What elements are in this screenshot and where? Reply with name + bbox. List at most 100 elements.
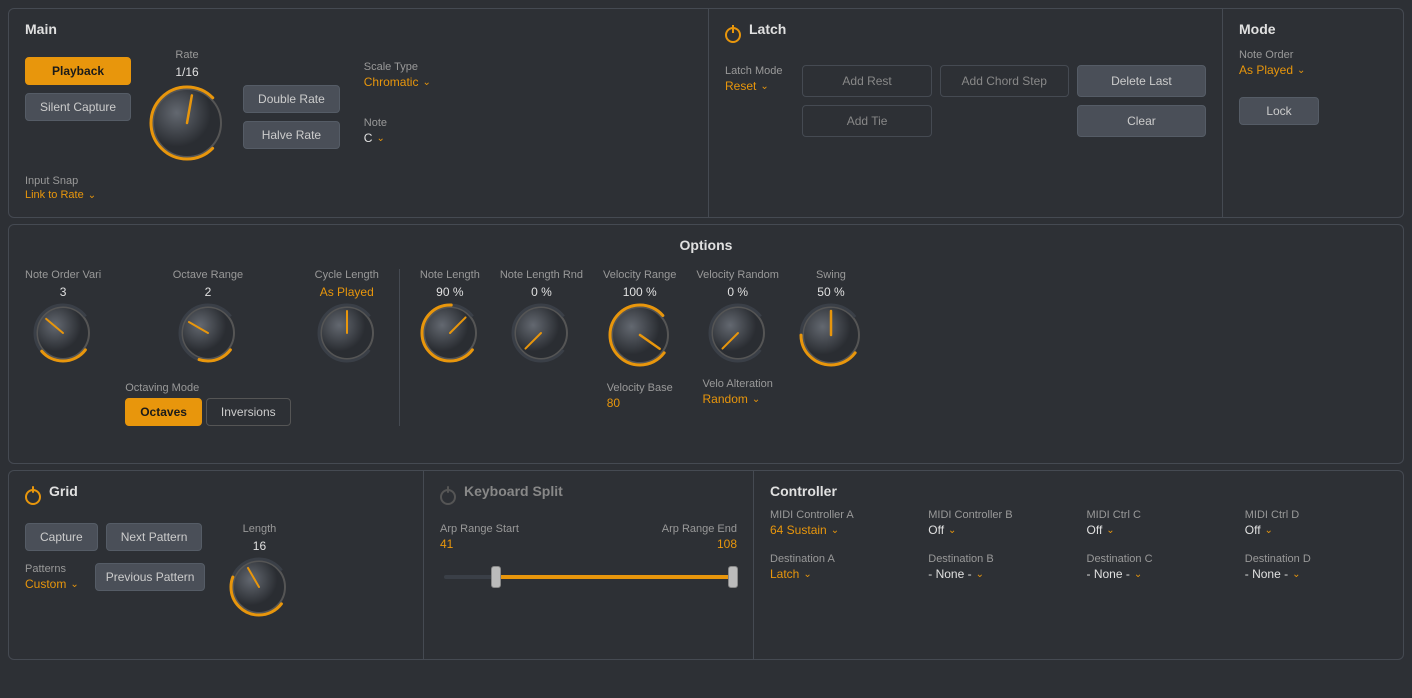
swing-label: Swing	[816, 269, 846, 281]
delete-last-button[interactable]: Delete Last	[1077, 65, 1206, 97]
note-length-rnd-label: Note Length Rnd	[500, 269, 583, 281]
velocity-random-knob[interactable]	[708, 303, 768, 366]
note-length-knob[interactable]	[420, 303, 480, 366]
midi-a-label: MIDI Controller A	[770, 509, 912, 521]
clear-button[interactable]: Clear	[1077, 105, 1206, 137]
scale-type-label: Scale Type	[364, 61, 431, 73]
grid-title: Grid	[49, 483, 78, 499]
cycle-length-knob[interactable]	[317, 303, 377, 366]
dest-b-arrow-icon: ⌄	[976, 569, 984, 580]
note-order-vari-knob[interactable]	[33, 303, 93, 366]
note-length-label: Note Length	[420, 269, 480, 281]
scale-type-value: Chromatic	[364, 75, 419, 89]
rate-knob[interactable]	[147, 83, 227, 166]
dest-b-value: - None -	[928, 567, 971, 581]
octave-range-knob[interactable]	[178, 303, 238, 366]
velocity-range-value: 100 %	[623, 285, 657, 299]
dest-d-arrow-icon: ⌄	[1292, 569, 1300, 580]
scale-type-arrow-icon: ⌄	[422, 77, 430, 88]
midi-b-label: MIDI Controller B	[928, 509, 1070, 521]
latch-mode-arrow-icon: ⌄	[760, 81, 768, 92]
length-value: 16	[253, 539, 266, 553]
rate-value: 1/16	[175, 65, 198, 79]
velo-alteration-value: Random	[703, 392, 748, 406]
grid-length-knob[interactable]	[229, 557, 289, 620]
note-length-rnd-value: 0 %	[531, 285, 552, 299]
length-label: Length	[243, 523, 277, 535]
note-length-value: 90 %	[436, 285, 463, 299]
velocity-random-label: Velocity Random	[696, 269, 779, 281]
mode-title: Mode	[1239, 21, 1387, 37]
velocity-base-value: 80	[607, 396, 673, 410]
cycle-length-label: Cycle Length	[315, 269, 379, 281]
midi-c-arrow-icon: ⌄	[1106, 525, 1114, 536]
cycle-length-value: As Played	[320, 285, 374, 299]
main-title: Main	[25, 21, 692, 37]
note-label: Note	[364, 117, 431, 129]
velocity-base-label: Velocity Base	[607, 382, 673, 394]
midi-a-value: 64 Sustain	[770, 523, 827, 537]
note-order-value: As Played	[1239, 63, 1293, 77]
playback-button[interactable]: Playback	[25, 57, 131, 85]
dest-c-arrow-icon: ⌄	[1134, 569, 1142, 580]
keyboard-range-slider[interactable]	[444, 575, 733, 579]
dest-a-arrow-icon: ⌄	[803, 569, 811, 580]
velocity-random-value: 0 %	[727, 285, 748, 299]
velo-alteration-label: Velo Alteration	[703, 378, 773, 390]
octave-range-label: Octave Range	[173, 269, 243, 281]
dest-a-label: Destination A	[770, 553, 912, 565]
silent-capture-button[interactable]: Silent Capture	[25, 93, 131, 121]
range-thumb-start[interactable]	[491, 566, 501, 588]
note-order-vari-value: 3	[60, 285, 67, 299]
latch-mode-value: Reset	[725, 79, 756, 93]
double-rate-button[interactable]: Double Rate	[243, 85, 340, 113]
velocity-range-knob[interactable]	[608, 303, 672, 370]
note-length-rnd-knob[interactable]	[511, 303, 571, 366]
latch-title: Latch	[749, 21, 786, 37]
octaving-mode-label: Octaving Mode	[125, 382, 290, 394]
controller-title: Controller	[770, 483, 1387, 499]
midi-d-value: Off	[1245, 523, 1261, 537]
midi-b-value: Off	[928, 523, 944, 537]
next-pattern-button[interactable]: Next Pattern	[106, 523, 203, 551]
add-chord-step-button[interactable]: Add Chord Step	[940, 65, 1069, 97]
note-order-label: Note Order	[1239, 49, 1387, 61]
previous-pattern-button[interactable]: Previous Pattern	[95, 563, 206, 591]
options-title: Options	[25, 237, 1387, 253]
patterns-label: Patterns	[25, 563, 79, 575]
lock-button[interactable]: Lock	[1239, 97, 1319, 125]
rate-label: Rate	[175, 49, 198, 61]
midi-c-value: Off	[1087, 523, 1103, 537]
arp-range-end-value: 108	[717, 537, 737, 551]
keyboard-power-icon[interactable]	[440, 489, 456, 505]
octaves-button[interactable]: Octaves	[125, 398, 202, 426]
dest-c-label: Destination C	[1087, 553, 1229, 565]
add-rest-button[interactable]: Add Rest	[802, 65, 931, 97]
dest-d-label: Destination D	[1245, 553, 1387, 565]
halve-rate-button[interactable]: Halve Rate	[243, 121, 340, 149]
midi-c-label: MIDI Ctrl C	[1087, 509, 1229, 521]
input-snap-label: Input Snap	[25, 175, 96, 187]
arp-range-start-label: Arp Range Start	[440, 523, 519, 535]
input-snap-value: Link to Rate	[25, 189, 84, 201]
midi-a-arrow-icon: ⌄	[831, 525, 839, 536]
range-thumb-end[interactable]	[728, 566, 738, 588]
latch-mode-label: Latch Mode	[725, 65, 782, 77]
patterns-value: Custom	[25, 577, 66, 591]
note-arrow-icon: ⌄	[376, 133, 384, 144]
add-tie-button[interactable]: Add Tie	[802, 105, 931, 137]
dest-b-label: Destination B	[928, 553, 1070, 565]
patterns-arrow-icon: ⌄	[70, 579, 78, 590]
midi-d-label: MIDI Ctrl D	[1245, 509, 1387, 521]
input-snap-arrow-icon: ⌄	[88, 190, 96, 201]
grid-power-icon[interactable]	[25, 489, 41, 505]
note-order-vari-label: Note Order Vari	[25, 269, 101, 281]
octave-range-value: 2	[205, 285, 212, 299]
note-order-arrow-icon: ⌄	[1297, 65, 1305, 76]
swing-knob[interactable]	[799, 303, 863, 370]
latch-power-icon[interactable]	[725, 27, 741, 43]
arp-range-start-value: 41	[440, 537, 519, 551]
inversions-button[interactable]: Inversions	[206, 398, 291, 426]
capture-button[interactable]: Capture	[25, 523, 98, 551]
dest-d-value: - None -	[1245, 567, 1288, 581]
